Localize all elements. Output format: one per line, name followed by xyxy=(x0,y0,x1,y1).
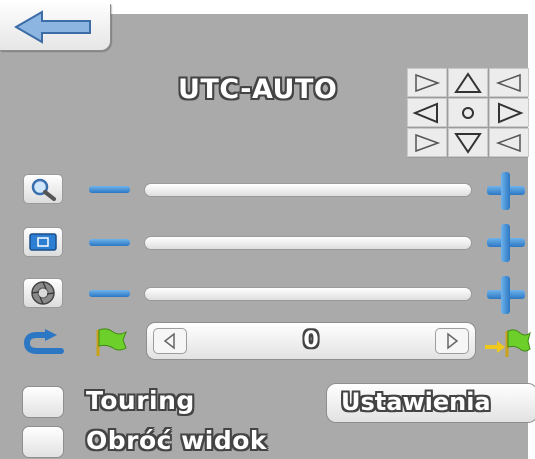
arrow-right-icon xyxy=(498,102,524,123)
ptz-down-button[interactable] xyxy=(448,128,488,157)
preset-selector: 0 xyxy=(146,322,476,360)
ptz-up-right-button[interactable] xyxy=(489,68,529,97)
iris-row-icon xyxy=(23,278,63,308)
zoom-out-button[interactable] xyxy=(89,186,130,193)
magnifier-icon xyxy=(31,178,56,201)
preset-next-button[interactable] xyxy=(435,328,469,354)
arrow-up-right-icon xyxy=(495,73,521,92)
arrow-down-left-icon xyxy=(415,133,441,152)
arrow-down-right-icon xyxy=(495,133,521,152)
touring-checkbox[interactable] xyxy=(22,386,64,418)
focus-icon xyxy=(29,233,57,251)
zoom-row-icon xyxy=(23,174,63,204)
focus-slider[interactable] xyxy=(144,236,472,250)
settings-button[interactable]: Ustawienia xyxy=(326,383,535,423)
ptz-up-button[interactable] xyxy=(448,68,488,97)
arrow-down-icon xyxy=(454,132,482,154)
focus-far-button[interactable] xyxy=(487,224,525,262)
zoom-slider[interactable] xyxy=(144,183,472,197)
arrow-left-icon xyxy=(412,102,438,123)
ptz-down-left-button[interactable] xyxy=(407,128,447,157)
arrow-up-icon xyxy=(454,71,482,93)
ptz-down-right-button[interactable] xyxy=(489,128,529,157)
rotate-view-label: Obróć widok xyxy=(86,426,268,455)
rotate-view-checkbox[interactable] xyxy=(22,426,64,458)
ptz-direction-pad xyxy=(407,68,529,158)
return-icon[interactable] xyxy=(23,329,65,357)
ptz-right-button[interactable] xyxy=(489,98,529,127)
ptz-up-left-button[interactable] xyxy=(407,68,447,97)
iris-open-button[interactable] xyxy=(487,276,525,314)
focus-row-icon xyxy=(23,227,63,257)
iris-close-button[interactable] xyxy=(89,290,130,297)
flag-icon[interactable] xyxy=(93,326,129,358)
chevron-right-icon xyxy=(447,332,459,350)
ptz-left-button[interactable] xyxy=(407,98,447,127)
back-button[interactable] xyxy=(0,4,111,51)
arrow-up-left-icon xyxy=(415,73,441,92)
center-circle-icon xyxy=(462,106,474,119)
goto-flag-icon[interactable] xyxy=(483,325,531,359)
back-arrow-icon xyxy=(14,10,91,44)
preset-value: 0 xyxy=(303,328,319,353)
mode-label: UTC-AUTO xyxy=(178,74,338,105)
focus-near-button[interactable] xyxy=(89,239,130,246)
zoom-in-button[interactable] xyxy=(487,172,525,210)
iris-slider[interactable] xyxy=(144,287,472,301)
ptz-center-button[interactable] xyxy=(448,98,488,127)
ptz-control-panel: UTC-AUTO 0 Touring Ustawienia Obróć wido… xyxy=(0,0,535,459)
touring-label: Touring xyxy=(86,386,195,415)
iris-icon xyxy=(31,281,55,305)
